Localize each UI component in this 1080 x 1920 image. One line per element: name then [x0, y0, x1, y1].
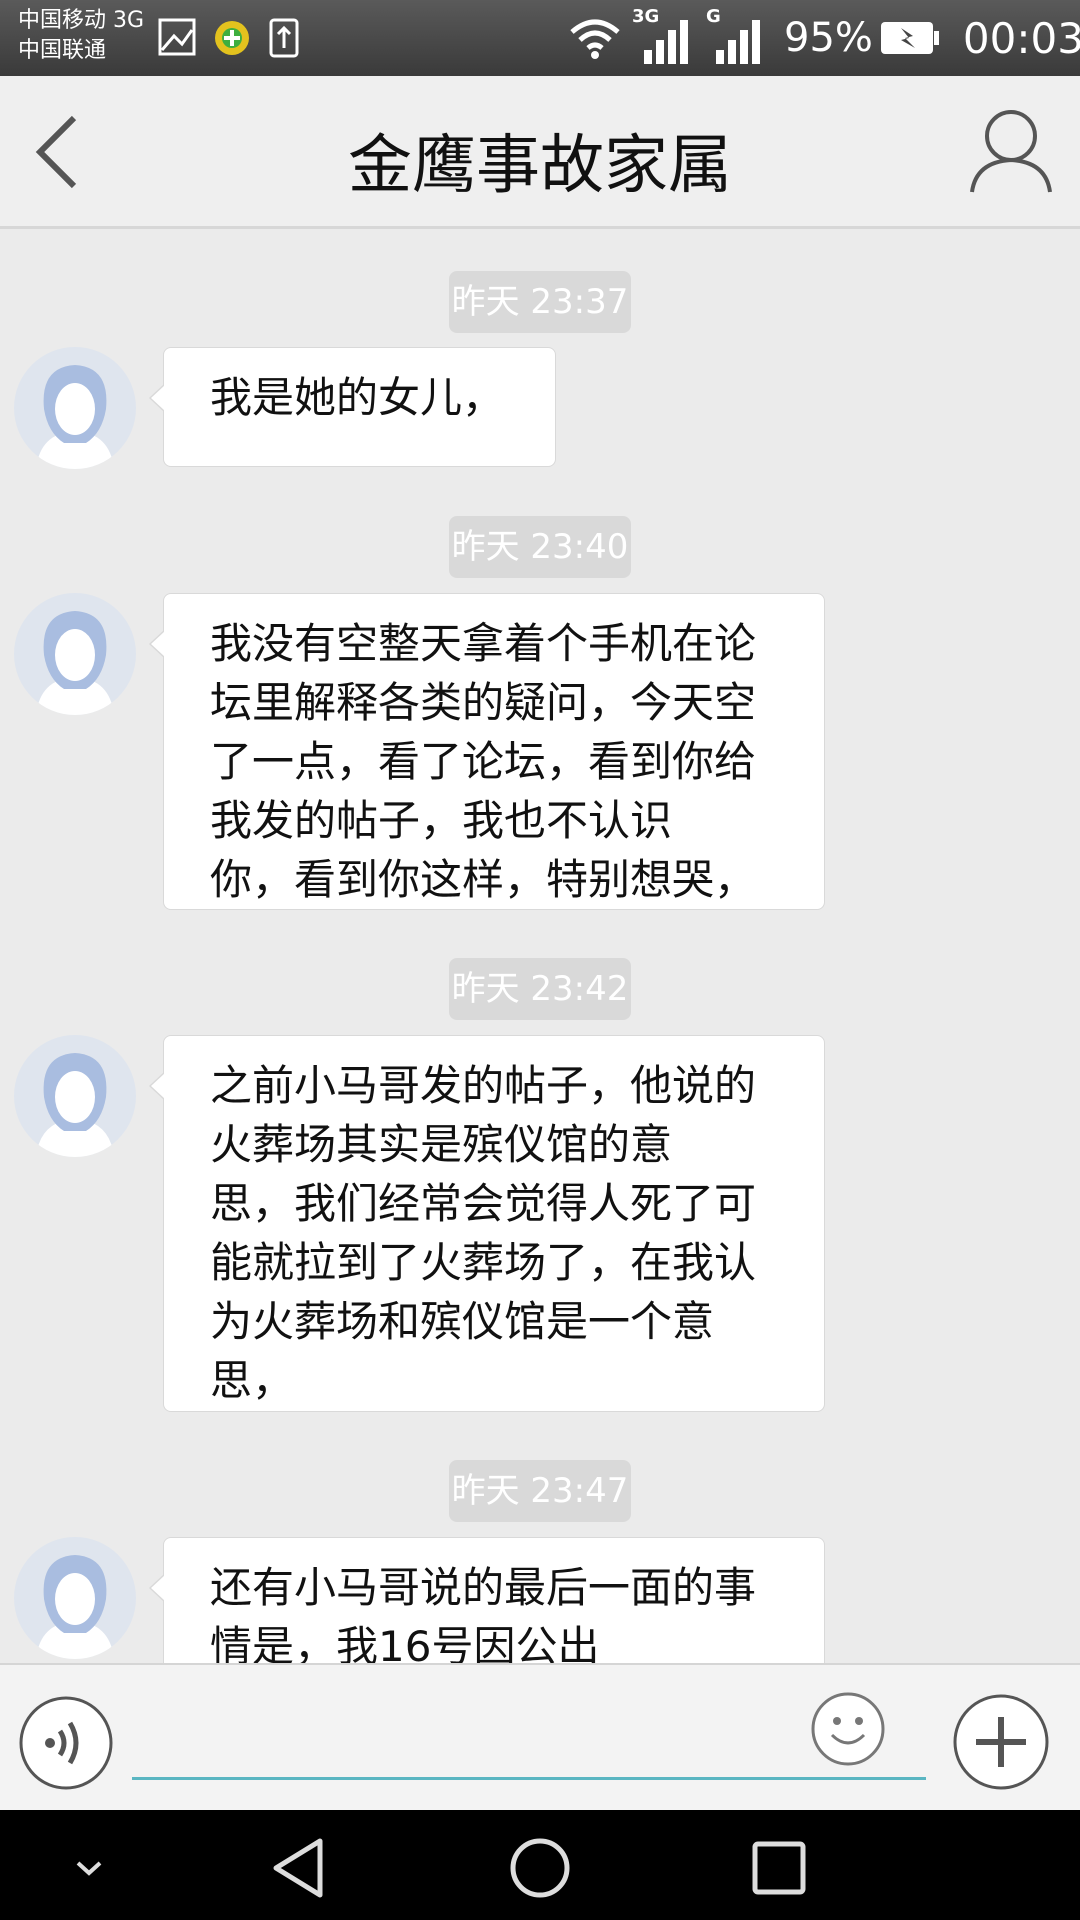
- message-line: 思，我们经常会觉得人死了可: [210, 1179, 757, 1228]
- nav-back-icon[interactable]: [268, 1835, 334, 1901]
- input-bar: [0, 1663, 1080, 1812]
- avatar-icon: [36, 611, 114, 715]
- net-label-1: 3G: [632, 6, 660, 27]
- wifi-icon: [570, 19, 620, 59]
- status-bar: 中国移动 3G 中国联通 3G G 95% 00:03: [0, 0, 1080, 76]
- status-indicators: 3G G 95% 00:03: [568, 0, 1080, 76]
- person-icon[interactable]: [966, 100, 1056, 200]
- message-line: 我没有空整天拿着个手机在论: [210, 619, 757, 668]
- avatar[interactable]: [14, 593, 136, 715]
- smiley-icon[interactable]: [810, 1691, 886, 1767]
- timestamp: 昨天 23:47: [449, 1460, 631, 1522]
- upload-icon: [269, 18, 299, 58]
- message-line: 火葬场其实是殡仪馆的意: [210, 1120, 673, 1169]
- timestamp: 昨天 23:37: [449, 271, 631, 333]
- message-bubble[interactable]: 我没有空整天拿着个手机在论 坛里解释各类的疑问，今天空 了一点，看了论坛，看到你…: [149, 593, 825, 910]
- message-bubble[interactable]: 我是她的女儿，: [149, 347, 556, 467]
- message-line: 了一点，看了论坛，看到你给: [210, 737, 757, 786]
- message-line: 我是她的女儿，: [210, 373, 505, 422]
- message-line: 情是，我16号因公出: [210, 1622, 600, 1663]
- message-line: 你，看到你这样，特别想哭，: [210, 855, 757, 904]
- message-input[interactable]: [132, 1689, 926, 1780]
- system-nav-bar: [0, 1810, 1080, 1920]
- net-label-2: G: [706, 6, 721, 27]
- carrier-1: 中国移动 3G: [18, 8, 145, 33]
- chat-header: 金鹰事故家属: [0, 76, 1080, 229]
- message-bubble[interactable]: 之前小马哥发的帖子，他说的 火葬场其实是殡仪馆的意 思，我们经常会觉得人死了可 …: [149, 1035, 825, 1412]
- signal-3g: 3G: [632, 6, 698, 66]
- avatar[interactable]: [14, 347, 136, 469]
- collapse-chevron-icon[interactable]: [56, 1835, 122, 1901]
- app-badge-icon: [215, 21, 249, 55]
- carrier-2: 中国联通: [18, 38, 107, 63]
- message-line: 思，: [210, 1356, 295, 1405]
- voice-icon[interactable]: [18, 1695, 114, 1791]
- avatar-icon: [36, 1555, 114, 1659]
- message-line: 还有小马哥说的最后一面的事: [210, 1563, 757, 1612]
- message-list[interactable]: 昨天 23:37 我是她的女儿， 昨天 23:40 我没有空整天拿着个手机在论 …: [0, 229, 1080, 1663]
- message-line: 坛里解释各类的疑问，今天空: [210, 678, 757, 727]
- gallery-icon: [158, 18, 196, 56]
- plus-icon[interactable]: [952, 1693, 1050, 1791]
- message-line: 我发的帖子，我也不认识: [210, 796, 673, 845]
- timestamp: 昨天 23:42: [449, 958, 631, 1020]
- battery-percent: 95%: [784, 15, 873, 61]
- message-line: 能就拉到了火葬场了，在我认: [210, 1238, 757, 1287]
- battery-icon: [880, 22, 939, 54]
- clock: 00:03: [962, 13, 1080, 63]
- avatar-icon: [36, 365, 114, 469]
- avatar[interactable]: [14, 1537, 136, 1659]
- page-title: 金鹰事故家属: [348, 129, 732, 203]
- message-bubble[interactable]: 还有小马哥说的最后一面的事 情是，我16号因公出: [149, 1537, 825, 1663]
- nav-home-icon[interactable]: [507, 1835, 573, 1901]
- nav-recents-icon[interactable]: [746, 1835, 812, 1901]
- timestamp: 昨天 23:40: [449, 516, 631, 578]
- message-line: 为火葬场和殡仪馆是一个意: [210, 1297, 715, 1346]
- avatar[interactable]: [14, 1035, 136, 1157]
- signal-g: G: [704, 6, 770, 66]
- carrier-info: 中国移动 3G 中国联通: [18, 6, 144, 66]
- avatar-icon: [36, 1053, 114, 1157]
- message-line: 之前小马哥发的帖子，他说的: [210, 1061, 757, 1110]
